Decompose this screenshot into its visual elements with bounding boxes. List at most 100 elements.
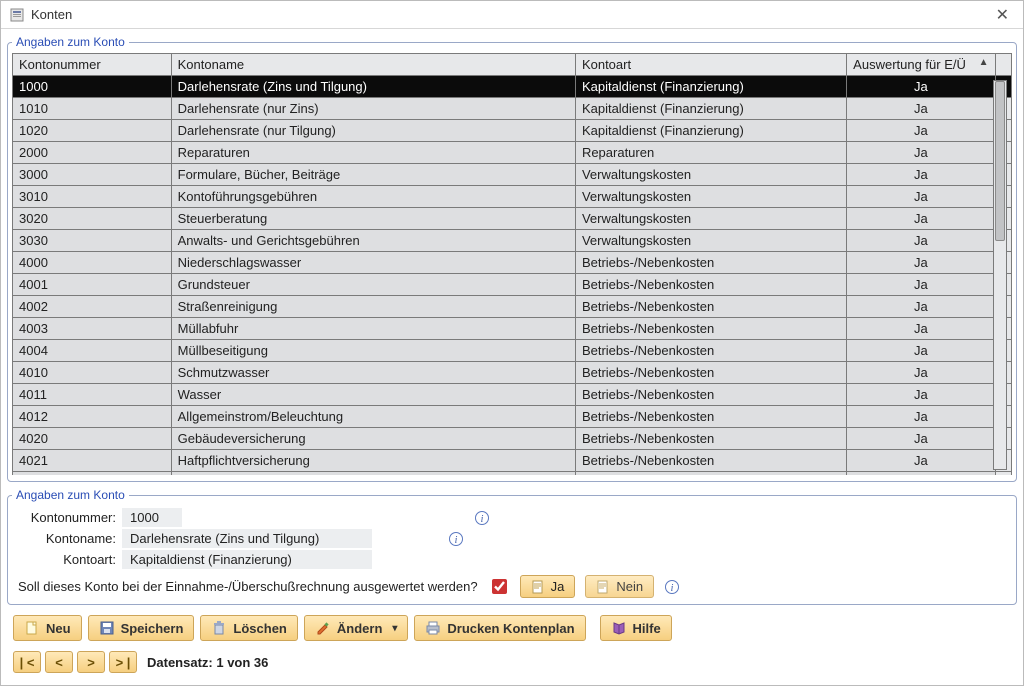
info-icon[interactable]: i [664, 579, 680, 595]
table-row[interactable]: 4010SchmutzwasserBetriebs-/NebenkostenJa [13, 362, 1012, 384]
table-cell: 4002 [13, 296, 172, 318]
info-icon[interactable]: i [474, 510, 490, 526]
detail-row-num: Kontonummer: 1000 i [18, 508, 1012, 527]
table-cell: Ja [847, 428, 995, 450]
eval-checkbox[interactable] [492, 579, 507, 594]
edit-button[interactable]: Ändern ▾ [304, 615, 409, 641]
delete-button[interactable]: Löschen [200, 615, 297, 641]
col-auswertung[interactable]: Auswertung für E/Ü [847, 54, 995, 76]
table-row[interactable]: 3020SteuerberatungVerwaltungskostenJa [13, 208, 1012, 230]
table-cell: Ja [847, 450, 995, 472]
delete-label: Löschen [233, 621, 286, 636]
table-row[interactable]: 2000ReparaturenReparaturenJa [13, 142, 1012, 164]
account-detail-group: Angaben zum Konto Kontonummer: 1000 i Ko… [7, 488, 1017, 605]
scrollbar-thumb[interactable] [995, 81, 1005, 241]
table-cell: Ja [847, 120, 995, 142]
book-icon [611, 620, 627, 636]
detail-row-name: Kontoname: Darlehensrate (Zins und Tilgu… [18, 529, 1012, 548]
table-row[interactable]: 4020GebäudeversicherungBetriebs-/Nebenko… [13, 428, 1012, 450]
table-cell: 4004 [13, 340, 172, 362]
table-row[interactable]: 4000NiederschlagswasserBetriebs-/Nebenko… [13, 252, 1012, 274]
col-kontonummer[interactable]: Kontonummer [13, 54, 172, 76]
table-row[interactable]: 3000Formulare, Bücher, BeiträgeVerwaltun… [13, 164, 1012, 186]
table-cell: Verwaltungskosten [575, 186, 846, 208]
edit-label: Ändern [337, 621, 383, 636]
table-cell: Schmutzwasser [171, 362, 575, 384]
scrollbar[interactable] [993, 80, 1007, 470]
svg-text:i: i [481, 514, 484, 525]
table-cell: Allgemeinstrom/Beleuchtung [171, 406, 575, 428]
table-cell: Grundsteuer [171, 274, 575, 296]
table-cell: 4020 [13, 428, 172, 450]
print-button[interactable]: Drucken Kontenplan [414, 615, 585, 641]
table-row[interactable]: 4002StraßenreinigungBetriebs-/Nebenkoste… [13, 296, 1012, 318]
edit-icon [315, 620, 331, 636]
table-cell: Anwalts- und Gerichtsgebühren [171, 230, 575, 252]
table-row[interactable]: 4012Allgemeinstrom/BeleuchtungBetriebs-/… [13, 406, 1012, 428]
table-cell: Betriebs-/Nebenkosten [575, 428, 846, 450]
table-row[interactable]: 1020Darlehensrate (nur Tilgung)Kapitaldi… [13, 120, 1012, 142]
chevron-down-icon: ▾ [392, 623, 397, 634]
table-cell: Reparaturen [575, 142, 846, 164]
value-kontonummer: 1000 [122, 508, 182, 527]
table-cell: Niederschlagswasser [171, 252, 575, 274]
label-kontoart: Kontoart: [18, 552, 116, 567]
table-row[interactable]: 3010KontoführungsgebührenVerwaltungskost… [13, 186, 1012, 208]
table-row[interactable]: 1000Darlehensrate (Zins und Tilgung)Kapi… [13, 76, 1012, 98]
app-icon [9, 7, 25, 23]
info-icon[interactable]: i [448, 531, 464, 547]
table-cell: Ja [847, 362, 995, 384]
table-cell: Betriebs-/Nebenkosten [575, 274, 846, 296]
table-cell: 3030 [13, 230, 172, 252]
table-row[interactable]: 4001GrundsteuerBetriebs-/NebenkostenJa [13, 274, 1012, 296]
note-icon [531, 580, 545, 594]
no-button[interactable]: Nein [585, 575, 654, 598]
window: Konten ✕ Angaben zum Konto Kontonumm [0, 0, 1024, 686]
table-cell: Betriebs-/Nebenkosten [575, 450, 846, 472]
svg-text:i: i [671, 583, 674, 594]
table-row[interactable]: 4021HaftpflichtversicherungBetriebs-/Neb… [13, 450, 1012, 472]
table-header-row: Kontonummer Kontoname Kontoart Auswertun… [13, 54, 1012, 76]
table-row[interactable]: 1010Darlehensrate (nur Zins)Kapitaldiens… [13, 98, 1012, 120]
value-kontoart: Kapitaldienst (Finanzierung) [122, 550, 372, 569]
table-row[interactable]: 4022GlasbruchversicherungBetriebs-/Neben… [13, 472, 1012, 476]
table-cell: Haftpflichtversicherung [171, 450, 575, 472]
nav-prev-button[interactable]: < [45, 651, 73, 673]
table-cell: Ja [847, 186, 995, 208]
table-row[interactable]: 4011WasserBetriebs-/NebenkostenJa [13, 384, 1012, 406]
table-cell: Kontoführungsgebühren [171, 186, 575, 208]
table-cell: Darlehensrate (Zins und Tilgung) [171, 76, 575, 98]
group-legend: Angaben zum Konto [12, 35, 129, 49]
table-cell: Verwaltungskosten [575, 164, 846, 186]
titlebar: Konten ✕ [1, 1, 1023, 29]
table-cell: Betriebs-/Nebenkosten [575, 384, 846, 406]
new-button[interactable]: Neu [13, 615, 82, 641]
table-cell: Kapitaldienst (Finanzierung) [575, 76, 846, 98]
table-cell: 1000 [13, 76, 172, 98]
table-cell: Ja [847, 406, 995, 428]
table-row[interactable]: 4003MüllabfuhrBetriebs-/NebenkostenJa [13, 318, 1012, 340]
accounts-table-group: Angaben zum Konto Kontonummer Kontoname [7, 35, 1017, 482]
table-cell: 3020 [13, 208, 172, 230]
eval-question: Soll dieses Konto bei der Einnahme-/Über… [18, 579, 478, 594]
nav-first-button[interactable]: | < [13, 651, 41, 673]
col-kontoart[interactable]: Kontoart [575, 54, 846, 76]
table-cell: Reparaturen [171, 142, 575, 164]
table-cell: Verwaltungskosten [575, 230, 846, 252]
table-cell: Darlehensrate (nur Tilgung) [171, 120, 575, 142]
col-kontoname[interactable]: Kontoname [171, 54, 575, 76]
label-kontoname: Kontoname: [18, 531, 116, 546]
table-cell: 4011 [13, 384, 172, 406]
print-label: Drucken Kontenplan [447, 621, 574, 636]
yes-button[interactable]: Ja [520, 575, 576, 598]
help-button[interactable]: Hilfe [600, 615, 672, 641]
table-row[interactable]: 3030Anwalts- und GerichtsgebührenVerwalt… [13, 230, 1012, 252]
table-row[interactable]: 4004MüllbeseitigungBetriebs-/Nebenkosten… [13, 340, 1012, 362]
close-icon[interactable]: ✕ [990, 3, 1015, 27]
save-button[interactable]: Speichern [88, 615, 195, 641]
nav-last-button[interactable]: > | [109, 651, 137, 673]
label-kontonummer: Kontonummer: [18, 510, 116, 525]
table-cell: Ja [847, 252, 995, 274]
table-cell: 4022 [13, 472, 172, 476]
nav-next-button[interactable]: > [77, 651, 105, 673]
